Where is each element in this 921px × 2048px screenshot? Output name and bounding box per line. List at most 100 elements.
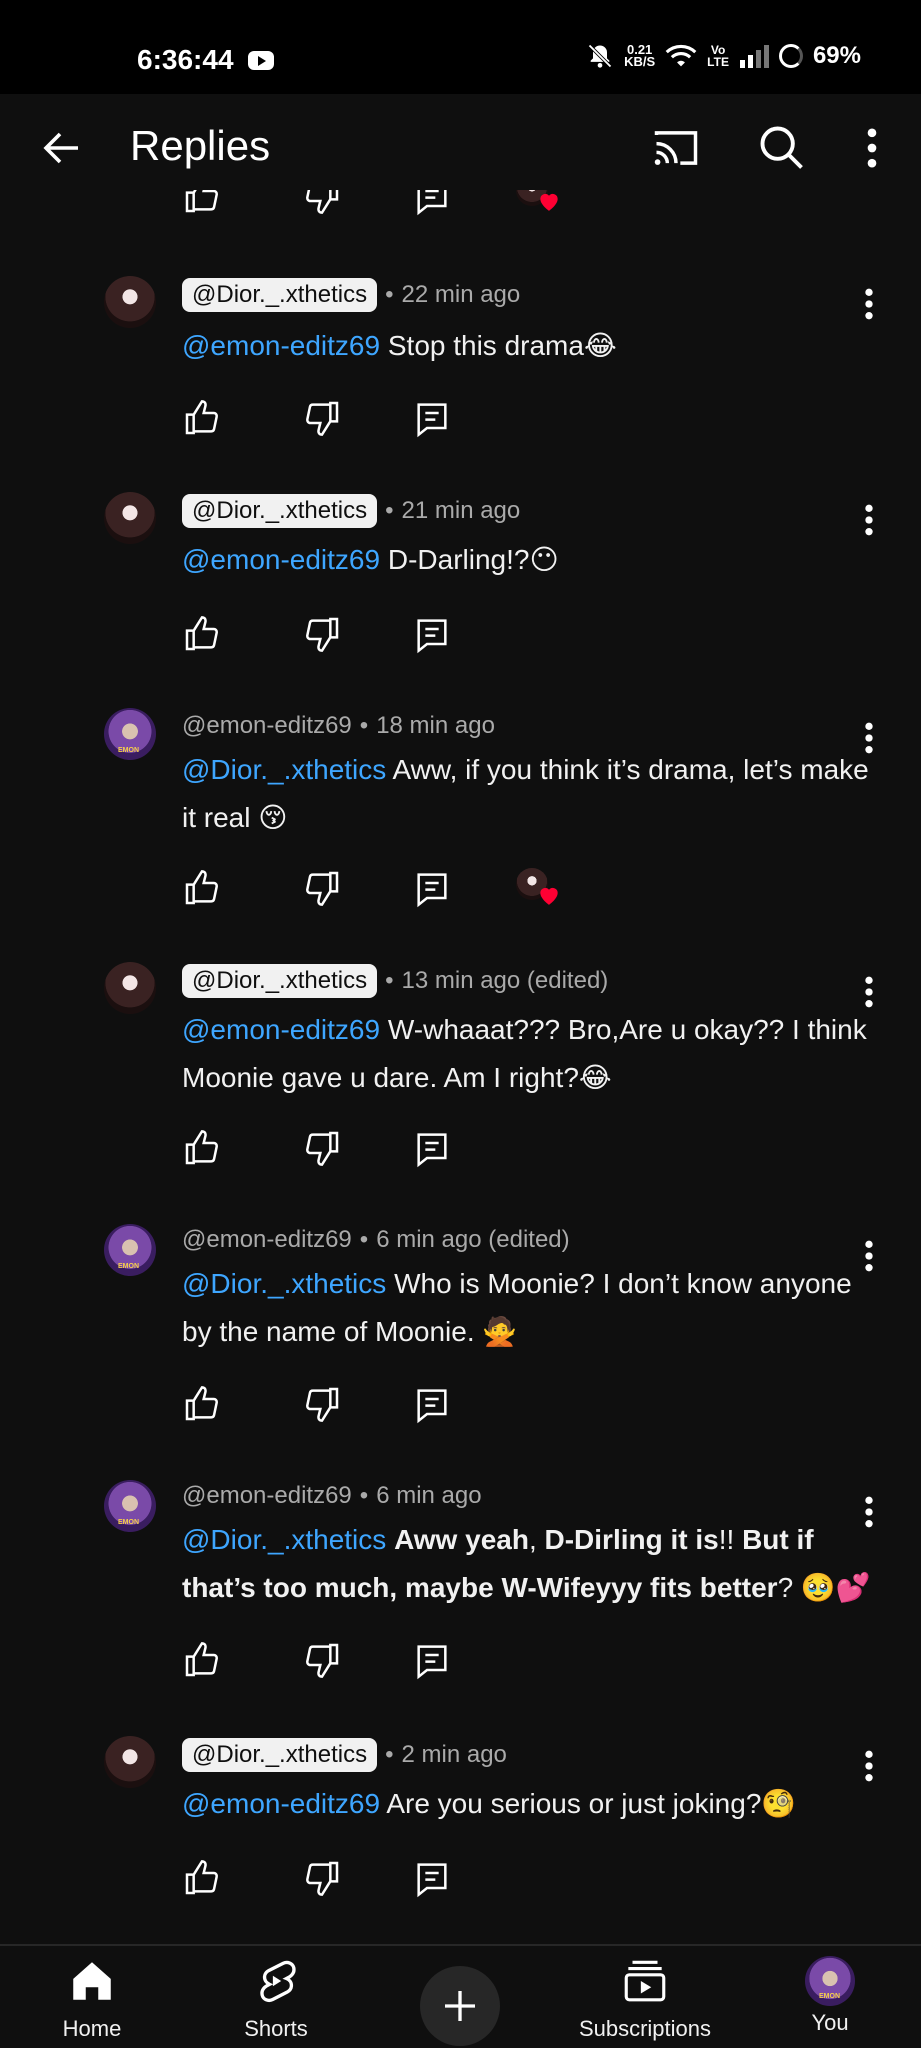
- avatar[interactable]: [104, 1224, 156, 1276]
- avatar[interactable]: [104, 276, 156, 328]
- comment-text: @Dior._.xthetics Aww, if you think it’s …: [182, 746, 872, 842]
- comment-time: 13 min ago (edited): [401, 967, 609, 994]
- comment-meta: @emon-editz69 • 18 min ago: [182, 712, 495, 740]
- previous-comment-actions: [0, 190, 921, 218]
- author-handle[interactable]: @emon-editz69: [182, 1226, 352, 1254]
- comment-text: @emon-editz69 D-Darling!?😶: [182, 536, 872, 584]
- like-icon[interactable]: [182, 1858, 222, 1898]
- separator-dot: •: [385, 967, 394, 994]
- nav-shorts-label: Shorts: [244, 2016, 308, 2041]
- dislike-icon[interactable]: [302, 398, 342, 438]
- mention-link[interactable]: @Dior._.xthetics: [182, 1268, 386, 1299]
- search-icon[interactable]: [756, 122, 808, 174]
- comment-meta: @Dior._.xthetics • 13 min ago (edited): [182, 964, 608, 998]
- heart-icon: [540, 887, 558, 905]
- reply-icon[interactable]: [412, 1858, 452, 1898]
- reply-icon[interactable]: [412, 868, 452, 908]
- text-part: !!: [718, 1524, 743, 1555]
- creator-heart: [516, 868, 564, 916]
- comment-body: D-Darling!?😶: [387, 544, 559, 575]
- separator-dot: •: [385, 281, 394, 308]
- reply-icon[interactable]: [412, 1128, 452, 1168]
- mention-link[interactable]: @emon-editz69: [182, 1014, 380, 1045]
- comment-actions: [182, 1858, 602, 1902]
- avatar[interactable]: [104, 962, 156, 1014]
- avatar[interactable]: [104, 1480, 156, 1532]
- dislike-icon[interactable]: [302, 1640, 342, 1680]
- comment-time: 22 min ago: [401, 281, 521, 308]
- reply-icon[interactable]: [412, 614, 452, 654]
- text-part: ,: [528, 1524, 545, 1555]
- mention-link[interactable]: @Dior._.xthetics: [182, 1524, 386, 1555]
- signal-icon: [739, 45, 769, 68]
- more-vert-icon[interactable]: [856, 284, 882, 324]
- reply-icon[interactable]: [412, 1384, 452, 1424]
- dislike-icon[interactable]: [302, 868, 342, 908]
- comment-meta: @Dior._.xthetics • 21 min ago: [182, 494, 520, 528]
- text-part: [386, 1524, 394, 1555]
- create-button[interactable]: [420, 1966, 500, 2046]
- comment-actions: [182, 868, 602, 912]
- nav-home-label: Home: [62, 2016, 122, 2041]
- author-handle[interactable]: @emon-editz69: [182, 712, 352, 740]
- like-icon[interactable]: [182, 1384, 222, 1424]
- reply-icon[interactable]: [412, 398, 452, 438]
- like-icon[interactable]: [182, 614, 222, 654]
- mention-link[interactable]: @emon-editz69: [182, 330, 380, 361]
- creator-heart: [516, 190, 564, 218]
- like-icon[interactable]: [182, 1640, 222, 1680]
- status-icons: 0.21 KB/S Vo LTE 69%: [586, 42, 861, 70]
- comment-text: @emon-editz69 Stop this drama😂: [182, 322, 872, 370]
- author-handle[interactable]: @Dior._.xthetics: [182, 278, 378, 312]
- battery-icon: [778, 44, 803, 68]
- comment-actions: [182, 398, 602, 442]
- text-part-bold: D-Dirling it is: [544, 1524, 719, 1555]
- page-title: Replies: [130, 122, 271, 169]
- comment-body: Stop this drama😂: [387, 330, 617, 361]
- avatar[interactable]: [104, 1736, 156, 1788]
- bottom-nav: Home Shorts Subscriptions You: [0, 1946, 921, 2048]
- dislike-icon[interactable]: [302, 190, 342, 216]
- like-icon[interactable]: [182, 868, 222, 908]
- status-time: 6:36:44: [137, 44, 234, 75]
- nav-subscriptions[interactable]: Subscriptions: [572, 1956, 718, 2042]
- mention-link[interactable]: @emon-editz69: [182, 544, 380, 575]
- wifi-icon: [665, 44, 697, 67]
- avatar[interactable]: [104, 708, 156, 760]
- app-header: Replies: [0, 94, 921, 202]
- like-icon[interactable]: [182, 1128, 222, 1168]
- like-icon[interactable]: [182, 398, 222, 438]
- back-arrow-icon[interactable]: [38, 124, 86, 172]
- avatar: [805, 1956, 855, 2006]
- nav-you[interactable]: You: [800, 1956, 860, 2036]
- comment-text: @emon-editz69 W-whaaat??? Bro,Are u okay…: [182, 1006, 872, 1102]
- more-vert-icon[interactable]: [856, 500, 882, 540]
- author-handle[interactable]: @Dior._.xthetics: [182, 1738, 378, 1772]
- author-handle[interactable]: @Dior._.xthetics: [182, 494, 378, 528]
- dislike-icon[interactable]: [302, 1858, 342, 1898]
- comment-actions: [182, 1384, 602, 1428]
- nav-shorts[interactable]: Shorts: [236, 1956, 316, 2042]
- author-handle[interactable]: @emon-editz69: [182, 1482, 352, 1510]
- dislike-icon[interactable]: [302, 1384, 342, 1424]
- home-icon: [73, 1962, 111, 2000]
- comment-actions: [182, 1128, 602, 1172]
- cast-icon[interactable]: [650, 122, 702, 174]
- nav-subscriptions-label: Subscriptions: [578, 2016, 712, 2041]
- mention-link[interactable]: @Dior._.xthetics: [182, 754, 386, 785]
- volte-indicator: Vo LTE: [707, 44, 729, 68]
- dislike-icon[interactable]: [302, 1128, 342, 1168]
- dislike-icon[interactable]: [302, 614, 342, 654]
- comment-text: @Dior._.xthetics Aww yeah, D-Dirling it …: [182, 1516, 872, 1612]
- reply-icon[interactable]: [412, 1640, 452, 1680]
- author-handle[interactable]: @Dior._.xthetics: [182, 964, 378, 998]
- nav-home[interactable]: Home: [56, 1956, 128, 2042]
- avatar[interactable]: [104, 492, 156, 544]
- comment-actions: [182, 1640, 602, 1684]
- like-icon[interactable]: [182, 190, 222, 216]
- mention-link[interactable]: @emon-editz69: [182, 1788, 380, 1819]
- more-vert-icon[interactable]: [846, 122, 898, 174]
- reply-icon[interactable]: [412, 190, 452, 216]
- net-speed-unit: KB/S: [624, 54, 656, 69]
- battery-percent: 69%: [812, 42, 861, 69]
